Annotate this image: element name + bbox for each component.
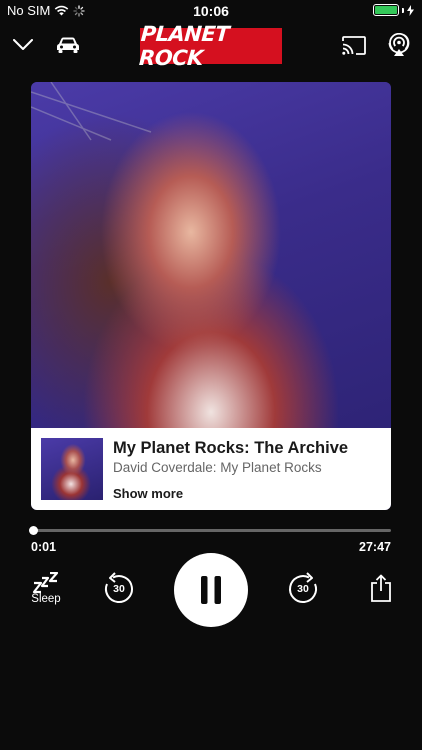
charging-bolt-icon [407, 4, 414, 16]
episode-thumbnail [41, 438, 103, 500]
battery-icon [373, 4, 399, 16]
episode-info-card[interactable]: My Planet Rocks: The Archive David Cover… [31, 428, 391, 510]
pause-icon [201, 576, 221, 604]
show-more-link[interactable]: Show more [113, 486, 183, 501]
airplay-audio-icon[interactable] [387, 33, 411, 57]
progress-scrubber[interactable] [29, 526, 391, 535]
episode-title: My Planet Rocks: The Archive [113, 439, 349, 457]
planet-rock-logo: PLANET ROCK [138, 22, 282, 70]
status-time: 10:06 [193, 3, 229, 19]
player-header: PLANET ROCK [0, 22, 422, 70]
progress-knob[interactable] [29, 526, 39, 535]
share-button[interactable] [368, 572, 394, 604]
pause-button[interactable] [174, 553, 248, 627]
logo-text: PLANET ROCK [138, 22, 230, 70]
episode-subtitle: David Coverdale: My Planet Rocks [113, 460, 322, 475]
sleep-button[interactable]: Sleep [26, 572, 66, 605]
stage-truss-graphic [31, 82, 152, 141]
rewind-seconds: 30 [113, 583, 125, 595]
chevron-down-icon[interactable] [12, 34, 34, 56]
forward-30-button[interactable]: 30 [286, 572, 320, 606]
rewind-30-button[interactable]: 30 [102, 572, 136, 606]
car-icon[interactable] [55, 34, 81, 56]
forward-seconds: 30 [297, 583, 309, 595]
share-icon [371, 574, 391, 602]
sleep-label: Sleep [31, 593, 61, 605]
sleep-zzz-icon [32, 572, 59, 594]
cast-icon[interactable] [341, 34, 367, 56]
status-bar: No SIM 10:06 [0, 0, 422, 22]
playback-controls: Sleep 30 30 [0, 552, 422, 628]
battery-indicator [373, 4, 414, 16]
